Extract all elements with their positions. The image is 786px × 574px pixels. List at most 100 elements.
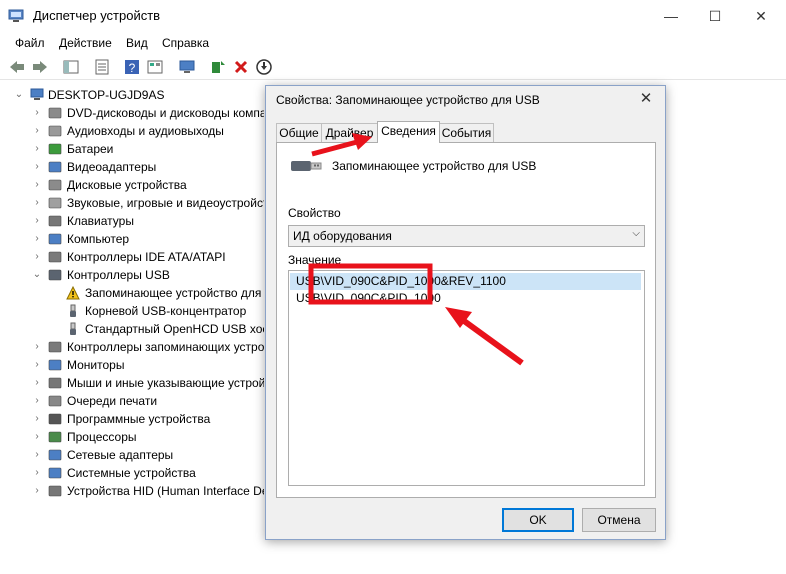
value-label: Значение — [288, 253, 342, 267]
console-tree-icon[interactable] — [62, 58, 80, 76]
keyboard-icon — [48, 215, 62, 227]
tree-item[interactable]: › Видеоадаптеры — [0, 158, 264, 176]
chevron-right-icon[interactable]: › — [32, 194, 42, 212]
computer-icon — [48, 233, 62, 245]
tree-item-label: Звуковые, игровые и видеоустройства — [67, 196, 264, 210]
tab-events[interactable]: События — [439, 123, 494, 143]
tree-item[interactable]: › Компьютер — [0, 230, 264, 248]
cancel-button[interactable]: Отмена — [582, 508, 656, 532]
help-icon[interactable]: ? — [123, 58, 141, 76]
tab-general[interactable]: Общие — [276, 123, 322, 143]
tab-driver[interactable]: Драйвер — [321, 123, 378, 143]
tree-item-label: Программные устройства — [67, 412, 211, 426]
chevron-right-icon[interactable]: › — [32, 392, 42, 410]
property-dropdown-value: ИД оборудования — [293, 229, 392, 243]
tree-item-label: Контроллеры запоминающих устройств — [67, 340, 264, 354]
chevron-right-icon[interactable]: › — [32, 410, 42, 428]
properties-icon[interactable] — [93, 58, 111, 76]
menu-view[interactable]: Вид — [126, 36, 148, 50]
details-panel: Запоминающее устройство для USB Свойство… — [276, 142, 656, 498]
chevron-right-icon[interactable]: › — [32, 230, 42, 248]
enable-device-icon[interactable] — [255, 58, 273, 76]
minimize-button[interactable]: — — [648, 0, 694, 32]
property-dropdown[interactable]: ИД оборудования ⌵ — [288, 225, 645, 247]
menu-action[interactable]: Действие — [59, 36, 112, 50]
chevron-right-icon[interactable]: › — [32, 122, 42, 140]
tree-item-label: Системные устройства — [67, 466, 196, 480]
chevron-right-icon[interactable]: › — [32, 248, 42, 266]
ok-button[interactable]: OK — [502, 508, 574, 532]
tree-item[interactable]: › Очереди печати — [0, 392, 264, 410]
disk-drive-icon — [48, 179, 62, 191]
chevron-right-icon[interactable]: › — [32, 464, 42, 482]
speaker-icon — [48, 125, 62, 137]
value-list[interactable]: USB\VID_090C&PID_1000&REV_1100 USB\VID_0… — [288, 270, 645, 486]
update-driver-icon[interactable] — [209, 58, 227, 76]
usb-stick-icon — [291, 161, 322, 171]
tree-item[interactable]: › Системные устройства — [0, 464, 264, 482]
tree-item[interactable]: › Батареи — [0, 140, 264, 158]
chevron-right-icon[interactable]: › — [32, 176, 42, 194]
tree-root[interactable]: ⌄ DESKTOP-UGJD9AS — [0, 86, 264, 104]
chevron-right-icon[interactable]: › — [32, 482, 42, 500]
uninstall-icon[interactable] — [232, 58, 250, 76]
computer-icon — [30, 88, 44, 100]
chevron-right-icon[interactable]: › — [32, 140, 42, 158]
tree-child-item[interactable]: Стандартный OpenHCD USB хост-контроллер — [0, 320, 264, 338]
back-arrow-icon[interactable] — [8, 58, 26, 76]
list-item[interactable]: USB\VID_090C&PID_1000&REV_1100 — [290, 273, 641, 290]
tree-item[interactable]: › Мыши и иные указывающие устройства — [0, 374, 264, 392]
tree-item-label: Клавиатуры — [67, 214, 134, 228]
chevron-right-icon[interactable]: › — [32, 338, 42, 356]
tree-item-label: Дисковые устройства — [67, 178, 187, 192]
tree-item[interactable]: › Аудиовходы и аудиовыходы — [0, 122, 264, 140]
tree-item[interactable]: › Клавиатуры — [0, 212, 264, 230]
tree-item[interactable]: › Процессоры — [0, 428, 264, 446]
view-icon[interactable] — [146, 58, 164, 76]
usb-controller-icon — [48, 269, 62, 281]
mouse-icon — [48, 377, 62, 389]
tree-item-label: Корневой USB-концентратор — [85, 304, 247, 318]
properties-dialog: Свойства: Запоминающее устройство для US… — [265, 85, 666, 540]
menu-bar: Файл Действие Вид Справка — [0, 33, 786, 53]
battery-icon — [48, 143, 62, 155]
tree-item[interactable]: › DVD-дисководы и дисководы компакт-диско… — [0, 104, 264, 122]
tree-child-item[interactable]: Запоминающее устройство для USB — [0, 284, 264, 302]
tree-item[interactable]: › Контроллеры IDE ATA/ATAPI — [0, 248, 264, 266]
maximize-button[interactable]: ☐ — [692, 0, 738, 32]
tree-item[interactable]: › Мониторы — [0, 356, 264, 374]
chevron-right-icon[interactable]: › — [32, 374, 42, 392]
chevron-down-icon[interactable]: ⌄ — [14, 86, 24, 104]
tree-child-item[interactable]: Корневой USB-концентратор — [0, 302, 264, 320]
chevron-down-icon[interactable]: ⌄ — [32, 266, 42, 284]
window-title: Диспетчер устройств — [33, 8, 161, 23]
tree-item-label: Устройства HID (Human Interface Devices) — [67, 484, 264, 498]
device-manager-icon — [8, 9, 24, 22]
scan-hardware-icon[interactable] — [178, 58, 196, 76]
chevron-right-icon[interactable]: › — [32, 158, 42, 176]
tree-item-label: Компьютер — [67, 232, 130, 246]
tree-item[interactable]: › Дисковые устройства — [0, 176, 264, 194]
forward-arrow-icon[interactable] — [31, 58, 49, 76]
display-adapter-icon — [48, 161, 62, 173]
dialog-close-button[interactable]: ✕ — [635, 89, 657, 109]
tree-item[interactable]: › Контроллеры запоминающих устройств — [0, 338, 264, 356]
software-device-icon — [48, 413, 62, 425]
tree-item[interactable]: › Программные устройства — [0, 410, 264, 428]
tree-item[interactable]: › Звуковые, игровые и видеоустройства — [0, 194, 264, 212]
menu-file[interactable]: Файл — [15, 36, 45, 50]
tree-item-label: Видеоадаптеры — [67, 160, 157, 174]
tree-item[interactable]: › Устройства HID (Human Interface Devices… — [0, 482, 264, 500]
tree-item[interactable]: ⌄ Контроллеры USB — [0, 266, 264, 284]
menu-help[interactable]: Справка — [162, 36, 209, 50]
chevron-right-icon[interactable]: › — [32, 428, 42, 446]
chevron-right-icon[interactable]: › — [32, 446, 42, 464]
list-item[interactable]: USB\VID_090C&PID_1000 — [290, 290, 641, 307]
close-button[interactable]: ✕ — [738, 0, 784, 32]
tree-item[interactable]: › Сетевые адаптеры — [0, 446, 264, 464]
tree-item-label: Сетевые адаптеры — [67, 448, 174, 462]
chevron-right-icon[interactable]: › — [32, 212, 42, 230]
chevron-right-icon[interactable]: › — [32, 356, 42, 374]
tab-details[interactable]: Сведения — [377, 121, 440, 143]
chevron-right-icon[interactable]: › — [32, 104, 42, 122]
